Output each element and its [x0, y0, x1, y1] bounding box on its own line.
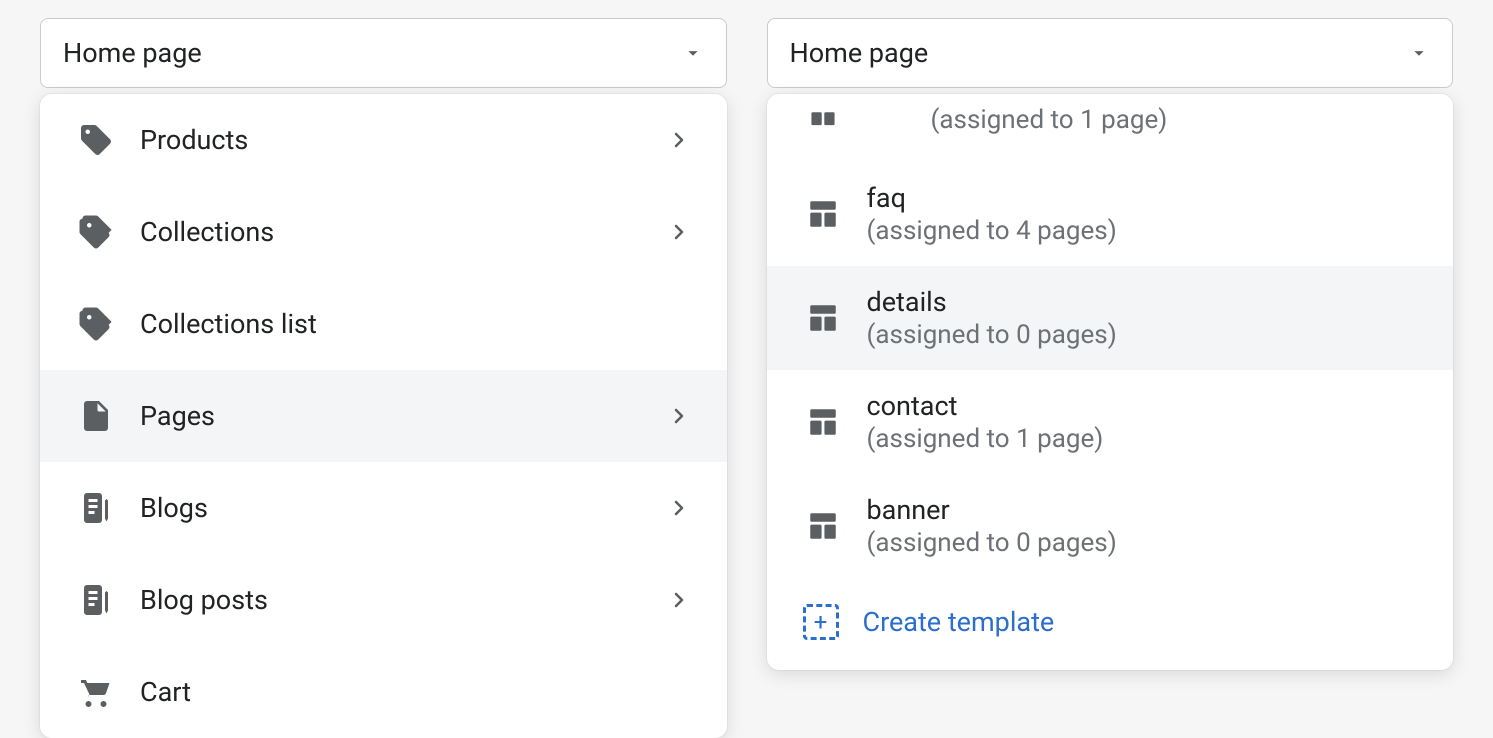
- template-name: faq: [867, 182, 1117, 214]
- menu-item-collections[interactable]: Collections: [40, 186, 727, 278]
- template-meta: (assigned to 4 pages): [867, 216, 1117, 246]
- template-name: contact: [867, 390, 1104, 422]
- create-template-label: Create template: [863, 606, 1055, 638]
- chevron-right-icon: [667, 496, 691, 520]
- select-label: Home page: [790, 37, 929, 69]
- blog-icon: [76, 488, 116, 528]
- menu-item-label: Cart: [140, 676, 191, 708]
- template-icon: [803, 402, 843, 442]
- menu-item-pages[interactable]: Pages: [40, 370, 727, 462]
- chevron-right-icon: [667, 220, 691, 244]
- template-meta: (assigned to 0 pages): [867, 528, 1117, 558]
- resource-type-dropdown: Products Collections Collections list Pages…: [40, 94, 727, 738]
- template-item-banner[interactable]: banner(assigned to 0 pages): [767, 474, 1454, 578]
- menu-item-label: Blog posts: [140, 584, 268, 616]
- template-item-contact[interactable]: contact(assigned to 1 page): [767, 370, 1454, 474]
- templates-dropdown: (assigned to 1 page) faq(assigned to 4 p…: [767, 94, 1454, 670]
- template-item-partial[interactable]: (assigned to 1 page): [767, 94, 1454, 162]
- chevron-right-icon: [667, 588, 691, 612]
- menu-item-cart[interactable]: Cart: [40, 646, 727, 738]
- template-meta: (assigned to 1 page): [931, 105, 1168, 135]
- left-column: Home page Products Collections Collections…: [40, 18, 727, 738]
- price-tag-icon: [76, 120, 116, 160]
- price-tags-icon: [76, 304, 116, 344]
- template-select-right[interactable]: Home page: [767, 18, 1454, 88]
- template-icon: [803, 298, 843, 338]
- cart-icon: [76, 672, 116, 712]
- price-tags-icon: [76, 212, 116, 252]
- select-label: Home page: [63, 37, 202, 69]
- template-icon: [803, 100, 843, 140]
- blog-icon: [76, 580, 116, 620]
- menu-item-label: Collections list: [140, 308, 317, 340]
- template-meta: (assigned to 1 page): [867, 424, 1104, 454]
- template-item-details[interactable]: details(assigned to 0 pages): [767, 266, 1454, 370]
- right-column: Home page (assigned to 1 page) faq(assig…: [767, 18, 1454, 738]
- chevron-right-icon: [667, 128, 691, 152]
- template-name: details: [867, 286, 1117, 318]
- plus-dashed-icon: +: [803, 604, 839, 640]
- menu-item-collections-list[interactable]: Collections list: [40, 278, 727, 370]
- template-select-left[interactable]: Home page: [40, 18, 727, 88]
- page-icon: [76, 396, 116, 436]
- menu-item-blogs[interactable]: Blogs: [40, 462, 727, 554]
- menu-item-label: Products: [140, 124, 248, 156]
- caret-down-icon: [1408, 42, 1430, 64]
- template-item-faq[interactable]: faq(assigned to 4 pages): [767, 162, 1454, 266]
- template-icon: [803, 506, 843, 546]
- menu-item-label: Blogs: [140, 492, 208, 524]
- create-template-button[interactable]: + Create template: [767, 578, 1454, 670]
- chevron-right-icon: [667, 404, 691, 428]
- template-meta: (assigned to 0 pages): [867, 320, 1117, 350]
- template-name: banner: [867, 494, 1117, 526]
- caret-down-icon: [682, 42, 704, 64]
- template-icon: [803, 194, 843, 234]
- menu-item-label: Pages: [140, 400, 215, 432]
- menu-item-blog-posts[interactable]: Blog posts: [40, 554, 727, 646]
- menu-item-products[interactable]: Products: [40, 94, 727, 186]
- menu-item-label: Collections: [140, 216, 274, 248]
